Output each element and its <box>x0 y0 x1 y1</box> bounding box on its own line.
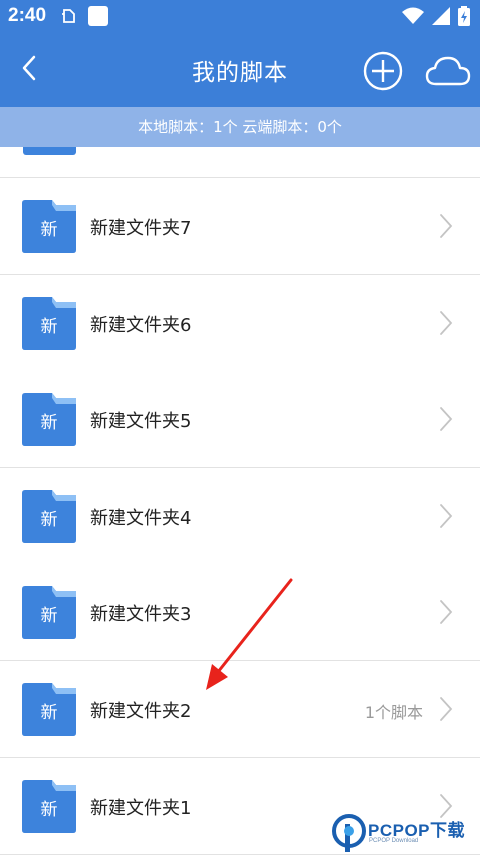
list-item[interactable]: 新 新建文件夹6 <box>0 275 480 372</box>
status-bar: 2:40 <box>0 0 480 33</box>
back-arrow-icon <box>22 55 36 81</box>
list-item-partial[interactable] <box>0 147 480 178</box>
wifi-icon <box>402 7 424 29</box>
watermark-subtext: PCPOP Download <box>369 838 419 844</box>
folder-initial: 新 <box>40 220 58 240</box>
list-item[interactable]: 新 新建文件夹3 <box>0 564 480 661</box>
folder-initial: 新 <box>40 510 58 530</box>
folder-name: 新建文件夹4 <box>90 508 192 529</box>
script-count: 1个脚本 <box>364 703 423 722</box>
page-title: 我的脚本 <box>192 60 288 86</box>
status-icons <box>402 6 470 30</box>
pcpop-logo-icon <box>332 814 366 852</box>
list-item[interactable]: 新 新建文件夹2 1个脚本 <box>0 661 480 758</box>
chevron-right-icon <box>440 214 453 238</box>
notification-icon <box>60 8 78 28</box>
cloud-button[interactable] <box>424 52 472 92</box>
add-button[interactable] <box>362 50 404 92</box>
folder-list: 新 新建文件夹7 新 新建文件夹6 新 新建文件夹5 新 新建文件夹4 新 新建… <box>0 147 480 855</box>
list-item[interactable]: 新 新建文件夹7 <box>0 178 480 275</box>
chevron-right-icon <box>440 697 453 721</box>
cloud-icon <box>425 56 471 86</box>
folder-initial: 新 <box>40 413 58 433</box>
back-button[interactable] <box>14 51 48 85</box>
status-time: 2:40 <box>8 5 47 26</box>
folder-name: 新建文件夹3 <box>90 604 192 625</box>
folder-initial: 新 <box>40 703 58 723</box>
battery-icon <box>458 6 470 30</box>
folder-icon <box>23 147 76 155</box>
add-circle-icon <box>363 51 403 91</box>
chevron-right-icon <box>440 600 453 624</box>
folder-initial: 新 <box>40 606 58 626</box>
folder-name: 新建文件夹5 <box>90 411 192 432</box>
watermark-logo: PCPOP下载 PCPOP Download <box>330 812 480 855</box>
folder-name: 新建文件夹7 <box>90 218 192 239</box>
chevron-right-icon <box>440 407 453 431</box>
folder-name: 新建文件夹6 <box>90 315 192 336</box>
chevron-right-icon <box>440 504 453 528</box>
chevron-right-icon <box>440 311 453 335</box>
list-item[interactable]: 新 新建文件夹5 <box>0 371 480 468</box>
folder-name: 新建文件夹2 <box>90 701 192 722</box>
script-count-bar: 本地脚本：1个 云端脚本：0个 <box>0 107 480 147</box>
signal-icon <box>432 7 450 29</box>
folder-initial: 新 <box>40 800 58 820</box>
folder-name: 新建文件夹1 <box>90 798 192 819</box>
app-bar: 我的脚本 <box>0 33 480 107</box>
folder-initial: 新 <box>40 317 58 337</box>
list-item[interactable]: 新 新建文件夹4 <box>0 468 480 565</box>
app-notification-icon <box>88 6 108 26</box>
